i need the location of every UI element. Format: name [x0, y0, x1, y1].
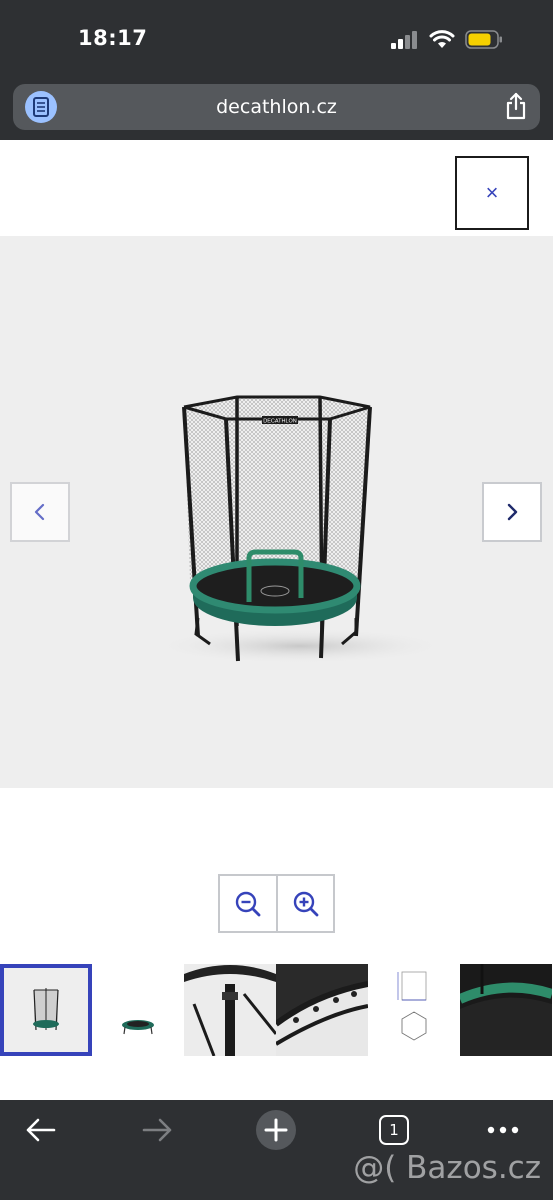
more-menu-button[interactable] [473, 1110, 533, 1150]
back-button[interactable] [10, 1110, 70, 1150]
status-time: 18:17 [78, 26, 148, 50]
zoom-in-icon [293, 891, 319, 916]
plus-icon [256, 1110, 296, 1150]
url-text[interactable]: decathlon.cz [13, 96, 540, 118]
chevron-right-icon [507, 503, 518, 521]
watermark: @( Bazos.cz [353, 1150, 541, 1186]
tab-count: 1 [379, 1115, 409, 1145]
battery-icon [465, 30, 502, 49]
product-logo: DECATHLON [263, 419, 297, 425]
forward-arrow-icon [142, 1118, 172, 1142]
close-button[interactable]: × [455, 156, 529, 230]
zoom-in-button[interactable] [276, 876, 333, 931]
address-bar[interactable]: decathlon.cz [13, 84, 540, 130]
forward-button[interactable] [128, 1110, 188, 1150]
trampoline-leg-detail-thumb[interactable] [184, 964, 276, 1056]
zoom-controls [218, 874, 335, 933]
close-icon: × [485, 180, 499, 205]
trampoline-image: DECATHLON [150, 395, 450, 664]
chevron-left-icon [34, 503, 45, 521]
status-bar: 18:17 [0, 0, 553, 80]
status-icons [391, 30, 503, 49]
trampoline-dimensions-thumb[interactable] [368, 964, 460, 1056]
previous-image-button[interactable] [10, 482, 70, 542]
share-icon[interactable] [504, 92, 528, 125]
wifi-icon [429, 30, 455, 48]
back-arrow-icon [26, 1118, 56, 1142]
zoom-out-button[interactable] [220, 876, 276, 931]
gallery-header: × [0, 140, 553, 236]
more-dots-icon [487, 1126, 519, 1134]
zoom-out-icon [236, 891, 261, 916]
trampoline-with-net-thumb[interactable] [0, 964, 92, 1056]
new-tab-button[interactable] [246, 1110, 306, 1150]
product-image-viewer[interactable]: DECATHLON [0, 236, 553, 788]
trampoline-mat-detail-thumb[interactable] [460, 964, 552, 1056]
thumbnail-strip [0, 964, 553, 1056]
browser-url-area: decathlon.cz [0, 80, 553, 140]
next-image-button[interactable] [482, 482, 542, 542]
trampoline-springs-detail-thumb[interactable] [276, 964, 368, 1056]
tabs-button[interactable]: 1 [364, 1110, 424, 1150]
cellular-signal-icon [391, 30, 417, 49]
trampoline-without-net-thumb[interactable] [92, 964, 184, 1056]
